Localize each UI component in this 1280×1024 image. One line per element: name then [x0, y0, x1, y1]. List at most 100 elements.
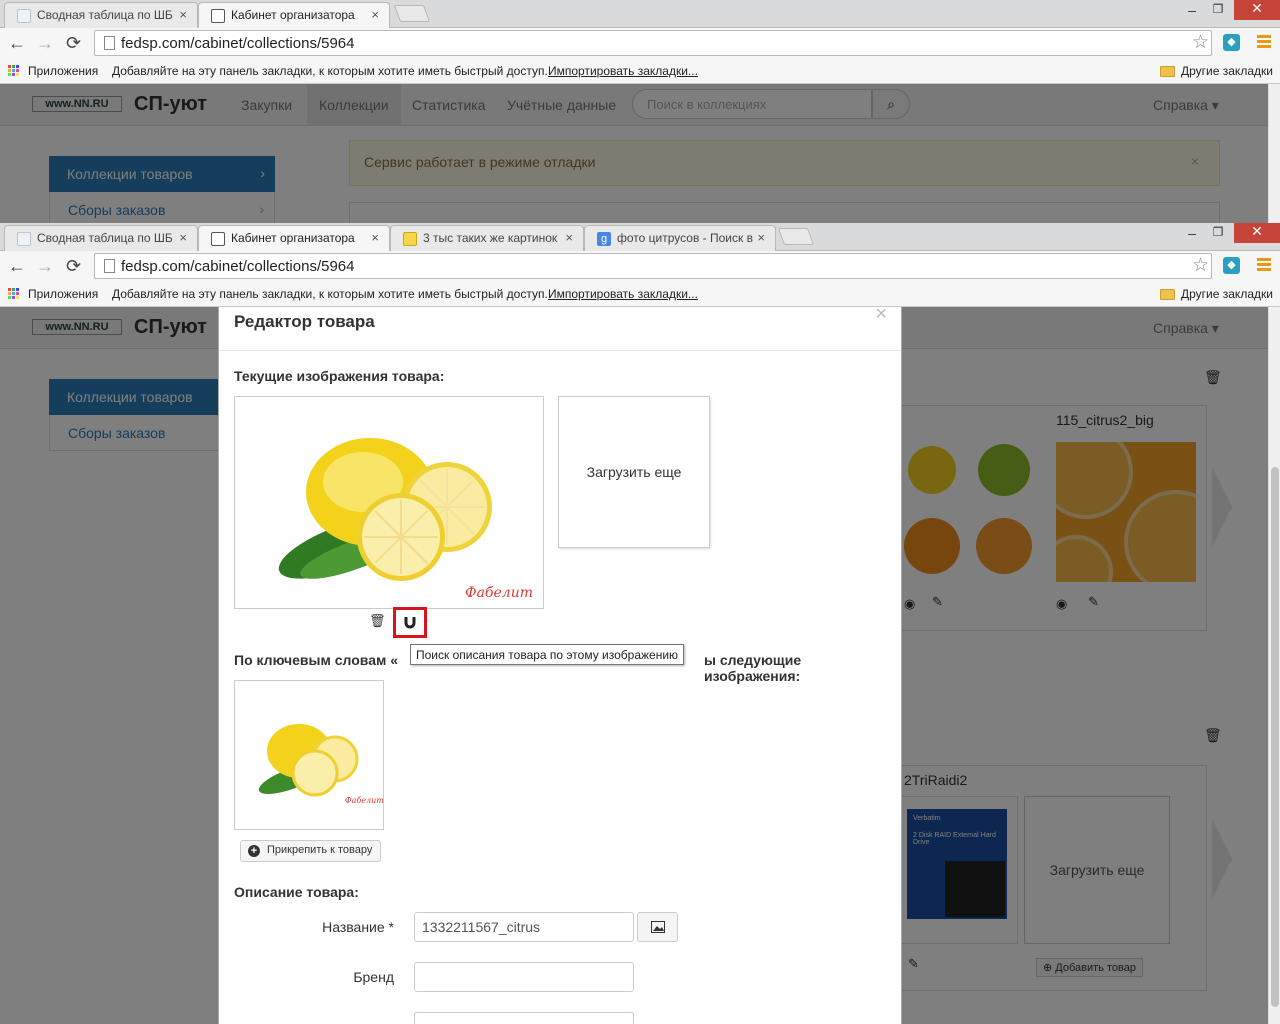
tab-sheets[interactable]: Сводная таблица по ШБ ×	[4, 2, 198, 28]
reload-icon[interactable]: ⟳	[66, 256, 81, 277]
bookmarks-hint: Добавляйте на эту панель закладки, к кот…	[112, 64, 548, 78]
sheets-favicon-icon	[17, 9, 31, 23]
tab-close-icon[interactable]: ×	[371, 7, 379, 22]
current-product-image[interactable]: Фабелит	[234, 396, 544, 609]
tab-close-icon[interactable]: ×	[757, 230, 765, 245]
url-text: fedsp.com/cabinet/collections/5964	[121, 35, 355, 52]
tab-cabinet[interactable]: Кабинет организатора ×	[198, 2, 390, 28]
tab-google-search[interactable]: g фото цитрусов - Поиск в ×	[584, 225, 776, 251]
chrome-menu-icon[interactable]	[1257, 258, 1271, 273]
image-picker-button[interactable]	[637, 912, 678, 942]
scrollbar[interactable]	[1268, 307, 1280, 1024]
current-images-label: Текущие изображения товара:	[234, 368, 445, 384]
address-bar[interactable]: fedsp.com/cabinet/collections/5964 ☆	[94, 253, 1212, 279]
brand-label: Бренд	[353, 969, 394, 985]
tab-close-icon[interactable]: ×	[179, 230, 187, 245]
import-bookmarks-link[interactable]: Импортировать закладки...	[548, 64, 698, 78]
modal-header: Редактор товара ×	[219, 307, 901, 351]
back-icon[interactable]: ←	[8, 256, 26, 277]
tab-close-icon[interactable]: ×	[565, 230, 573, 245]
tab-label: Кабинет организатора	[231, 231, 355, 245]
page-icon	[104, 259, 115, 273]
close-window-button[interactable]: ✕	[1234, 0, 1280, 20]
plus-circle-icon: +	[248, 845, 260, 857]
bookmarks-bar: Приложения Добавляйте на эту панель закл…	[0, 281, 1280, 307]
new-tab-button[interactable]	[777, 228, 815, 245]
tab-label: фото цитрусов - Поиск в	[617, 231, 753, 245]
browser-window-back: Сводная таблица по ШБ × Кабинет организа…	[0, 0, 1280, 84]
url-text: fedsp.com/cabinet/collections/5964	[121, 258, 355, 275]
close-window-button[interactable]: ✕	[1234, 223, 1280, 243]
trash-icon[interactable]: 🗑	[369, 613, 386, 629]
tab-label: Сводная таблица по ШБ	[37, 8, 173, 22]
watermark: Фабелит	[345, 796, 383, 805]
close-icon[interactable]: ×	[875, 307, 887, 326]
next-field[interactable]	[414, 1012, 634, 1024]
bookmarks-bar: Приложения Добавляйте на эту панель закл…	[0, 58, 1280, 84]
other-bookmarks[interactable]: Другие закладки	[1181, 64, 1273, 78]
new-tab-button[interactable]	[393, 5, 431, 22]
minimize-button[interactable]: –	[1180, 2, 1204, 22]
minimize-button[interactable]: –	[1180, 225, 1204, 245]
folder-icon	[1160, 289, 1175, 300]
other-bookmarks[interactable]: Другие закладки	[1181, 287, 1273, 301]
apps-icon[interactable]	[8, 65, 20, 77]
bookmarks-hint: Добавляйте на эту панель закладки, к кот…	[112, 287, 548, 301]
keywords-label-end: ы следующие изображения:	[704, 652, 802, 684]
tabstrip: Сводная таблица по ШБ × Кабинет организа…	[0, 223, 1280, 251]
name-field[interactable]	[414, 912, 634, 942]
extension-icon[interactable]: ◆	[1223, 257, 1240, 274]
upload-more-button[interactable]: Загрузить еще	[558, 396, 710, 548]
forward-icon[interactable]: →	[36, 33, 54, 54]
tab-close-icon[interactable]: ×	[371, 230, 379, 245]
scrollbar-thumb[interactable]	[1271, 467, 1279, 1007]
chrome-menu-icon[interactable]	[1257, 35, 1271, 50]
upload-more-label: Загрузить еще	[586, 464, 682, 480]
star-icon[interactable]: ☆	[1192, 254, 1209, 277]
lemon-photo-small: Фабелит	[258, 724, 384, 805]
address-bar[interactable]: fedsp.com/cabinet/collections/5964 ☆	[94, 30, 1212, 56]
reload-icon[interactable]: ⟳	[66, 33, 81, 54]
keywords-label-start: По ключевым словам «	[234, 652, 399, 668]
toolbar: ← → ⟳ fedsp.com/cabinet/collections/5964…	[0, 251, 1280, 281]
lemon-photo: Фабелит	[278, 438, 533, 601]
tab-similar-images[interactable]: 3 тыс таких же картинок ×	[390, 225, 584, 251]
search-by-image-button[interactable]	[393, 607, 427, 638]
sheets-favicon-icon	[17, 232, 31, 246]
attach-to-product-button[interactable]: + Прикрепить к товару	[240, 840, 382, 862]
star-icon[interactable]: ☆	[1192, 31, 1209, 54]
extension-icon[interactable]: ◆	[1223, 34, 1240, 51]
scrollbar[interactable]	[1268, 84, 1280, 223]
cart-favicon-icon	[211, 9, 225, 23]
tab-label: Кабинет организатора	[231, 8, 355, 22]
tab-cabinet[interactable]: Кабинет организатора ×	[198, 225, 390, 251]
toolbar: ← → ⟳ fedsp.com/cabinet/collections/5964…	[0, 28, 1280, 58]
cart-favicon-icon	[211, 232, 225, 246]
attach-button-label: Прикрепить к товару	[267, 844, 373, 856]
tab-label: Сводная таблица по ШБ	[37, 231, 173, 245]
tab-close-icon[interactable]: ×	[179, 7, 187, 22]
tabstrip: Сводная таблица по ШБ × Кабинет организа…	[0, 0, 1280, 28]
forward-icon[interactable]: →	[36, 256, 54, 277]
back-icon[interactable]: ←	[8, 33, 26, 54]
magnet-icon	[404, 617, 416, 629]
tooltip: Поиск описания товара по этому изображен…	[410, 644, 685, 665]
maximize-button[interactable]: ❐	[1206, 225, 1230, 245]
name-label: Название *	[322, 919, 394, 935]
product-editor-modal: Редактор товара × Текущие изображения то…	[218, 307, 902, 1024]
tab-label: 3 тыс таких же картинок	[423, 231, 558, 245]
apps-icon[interactable]	[8, 288, 20, 300]
folder-icon	[1160, 66, 1175, 77]
apps-link[interactable]: Приложения	[28, 64, 98, 78]
modal-backdrop	[0, 84, 1268, 223]
browser-window-front: Сводная таблица по ШБ × Кабинет организа…	[0, 223, 1280, 307]
import-bookmarks-link[interactable]: Импортировать закладки...	[548, 287, 698, 301]
google-favicon-icon: g	[597, 232, 611, 246]
apps-link[interactable]: Приложения	[28, 287, 98, 301]
watermark: Фабелит	[465, 585, 533, 601]
tab-sheets[interactable]: Сводная таблица по ШБ ×	[4, 225, 198, 251]
brand-field[interactable]	[414, 962, 634, 992]
maximize-button[interactable]: ❐	[1206, 2, 1230, 22]
site-back: www.NN.RU СП-уют Закупки Коллекции Стати…	[0, 84, 1280, 223]
found-image[interactable]: Фабелит	[234, 680, 384, 830]
